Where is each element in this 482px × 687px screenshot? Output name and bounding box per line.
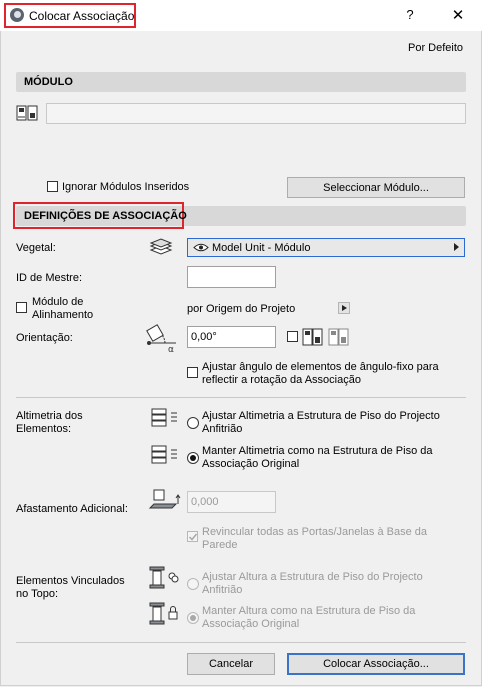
ignorar-modulos-checkbox[interactable] [47,181,58,192]
afastamento-input[interactable]: 0,000 [187,491,276,513]
separator [16,397,466,398]
orientacao-label: Orientação: [16,332,73,344]
topo-opt1-line2: Anfitrião [202,584,243,596]
module-path-field [46,103,466,124]
topo-ajustar-radio[interactable] [187,578,199,590]
altimetria-label-2: Elementos: [16,423,72,435]
definicoes-section-title: DEFINIÇÕES DE ASSOCIAÇÃO [24,210,187,222]
eye-icon [193,243,209,252]
rotation-angle-icon: α [146,324,176,353]
footer-separator [16,642,466,643]
module-icon [16,105,38,121]
altimetria-manter-radio[interactable] [187,452,199,464]
por-defeito-link[interactable]: Por Defeito [408,42,463,54]
story-elevation-keep-icon [151,445,177,464]
layer-icon [149,238,173,255]
top-linked-adjust-icon [149,566,179,589]
window-title: Colocar Associação [29,9,135,23]
altimetria-opt2-line2: Associação Original [202,458,300,470]
orientacao-input[interactable]: 0,00° [187,326,276,348]
modulo-section-title: MÓDULO [24,76,73,88]
story-elevation-adjust-icon [151,408,177,427]
topo-opt2-line2: Associação Original [202,618,300,630]
modulo-alinhamento-label-1: Módulo de [32,296,84,308]
altimetria-opt1-line2: Anfitrião [202,423,243,435]
altimetria-opt1-line1: Ajustar Altimetria a Estrutura de Piso d… [202,410,440,422]
topo-opt2-line1: Manter Altura como na Estrutura de Piso … [202,605,416,617]
ajustar-angulo-line2: reflectir a rotação da Associação [202,374,361,386]
modulo-section-bar [16,72,466,92]
id-mestre-input[interactable] [187,266,276,288]
play-arrow-icon [342,305,347,311]
revincular-line1: Revincular todas as Portas/Janelas à Bas… [202,526,428,538]
top-linked-keep-icon [149,602,178,625]
vegetal-select-value: Model Unit - Módulo [212,242,311,254]
ajustar-angulo-checkbox[interactable] [187,367,198,378]
ajustar-angulo-line1: Ajustar ângulo de elementos de ângulo-fi… [202,361,439,373]
offset-icon [148,489,181,509]
archicad-app-icon [10,8,24,22]
close-button[interactable]: ✕ [449,6,467,24]
topo-opt1-line1: Ajustar Altura a Estrutura de Piso do Pr… [202,571,423,583]
vegetal-select[interactable]: Model Unit - Módulo [187,238,465,257]
afastamento-label: Afastamento Adicional: [16,503,128,515]
cancel-button[interactable]: Cancelar [187,653,275,675]
modulo-alinhamento-label-2: Alinhamento [32,309,94,321]
topo-label-2: no Topo: [16,588,59,600]
altimetria-ajustar-radio[interactable] [187,417,199,429]
revincular-line2: Parede [202,539,238,551]
ignorar-modulos-label: Ignorar Módulos Inseridos [62,181,190,193]
topo-label-1: Elementos Vinculados [16,575,125,587]
origem-arrow-button[interactable] [338,302,350,314]
altimetria-label-1: Altimetria dos [16,410,83,422]
origem-text: por Origem do Projeto [187,303,296,315]
seleccionar-modulo-button[interactable]: Seleccionar Módulo... [287,177,465,198]
help-button[interactable]: ? [399,7,421,25]
modulo-alinhamento-checkbox[interactable] [16,302,27,313]
select-arrow-icon [454,243,459,251]
vegetal-label: Vegetal: [16,242,56,254]
title-bar: Colocar Associação ? ✕ [0,0,482,31]
orientacao-toggle-checkbox[interactable] [287,331,298,342]
revincular-checkbox[interactable] [187,531,198,542]
topo-manter-radio[interactable] [187,612,199,624]
colocar-associacao-button[interactable]: Colocar Associação... [287,653,465,675]
module-orientation-icons [302,328,349,346]
altimetria-opt2-line1: Manter Altimetria como na Estrutura de P… [202,445,433,457]
checkmark-icon [188,533,198,541]
id-mestre-label: ID de Mestre: [16,272,83,284]
svg-text:α: α [168,345,174,353]
